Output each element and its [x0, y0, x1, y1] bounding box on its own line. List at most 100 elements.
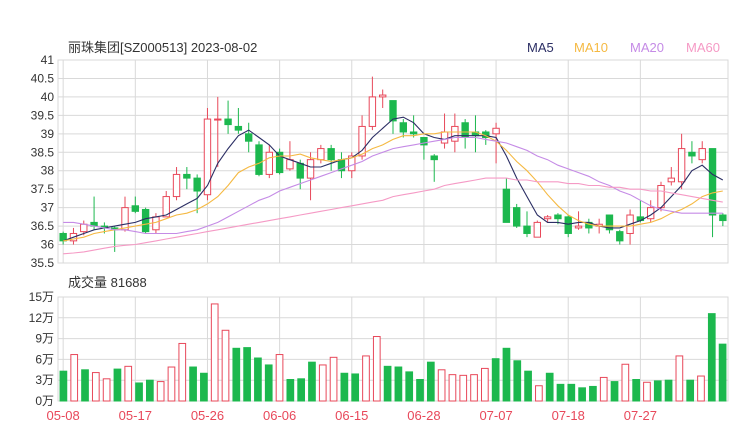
candle-body	[327, 148, 335, 161]
volume-y-tick-label: 12万	[29, 311, 54, 325]
volume-bar	[405, 371, 414, 402]
price-y-tick-label: 36	[41, 238, 55, 252]
candle	[502, 178, 511, 223]
volume-bar	[459, 374, 468, 402]
candle	[131, 196, 140, 214]
candle-body	[306, 159, 315, 179]
volume-bar	[394, 366, 403, 402]
volume-bar	[329, 356, 338, 402]
volume-bar	[610, 381, 619, 402]
x-tick-label: 07-18	[552, 408, 585, 423]
candle-body	[574, 225, 583, 229]
candle-body	[523, 225, 531, 234]
volume-bar	[653, 380, 662, 402]
volume-bar	[308, 361, 316, 402]
x-tick-label: 07-27	[624, 408, 657, 423]
volume-bar	[664, 379, 673, 402]
volume-bar	[221, 329, 230, 402]
candle-body	[255, 144, 263, 175]
candle	[523, 211, 531, 238]
volume-bar	[589, 385, 597, 402]
volume-y-tick-label: 15万	[29, 290, 54, 304]
candle	[626, 209, 634, 245]
candle	[378, 89, 387, 108]
candle-body	[502, 188, 511, 223]
candle-body	[368, 96, 377, 127]
candle	[420, 137, 428, 160]
volume-bar	[102, 378, 111, 402]
volume-bar	[124, 365, 133, 402]
price-y-tick-label: 37.5	[31, 182, 55, 196]
volume-bar	[351, 373, 360, 402]
volume-bar	[437, 369, 446, 402]
candle-body	[317, 148, 325, 161]
x-tick-label: 06-06	[263, 408, 296, 423]
candle	[90, 196, 98, 230]
volume-bar	[70, 354, 79, 402]
volume-bar	[448, 374, 457, 402]
candle	[275, 148, 284, 175]
volume-bar	[372, 336, 381, 402]
volume-bar	[502, 347, 511, 402]
x-tick-label: 05-17	[119, 408, 152, 423]
candle-body	[193, 177, 201, 192]
candle	[265, 144, 274, 179]
volume-bar	[621, 363, 630, 402]
volume-bar	[707, 313, 716, 402]
candle-body	[688, 151, 696, 157]
candle	[399, 119, 408, 138]
candle	[646, 200, 655, 223]
volume-bar	[232, 347, 241, 402]
candle	[337, 152, 346, 179]
x-tick-label: 05-08	[47, 408, 80, 423]
volume-bar	[113, 368, 122, 402]
volume-bar	[286, 379, 295, 402]
candle	[698, 141, 706, 164]
candle-body	[141, 208, 150, 233]
volume-bar	[567, 383, 576, 402]
x-tick-label: 07-07	[479, 408, 512, 423]
ma-line-ma5	[63, 116, 724, 242]
price-y-tick-label: 37	[41, 201, 55, 215]
price-y-tick-label: 36.5	[31, 219, 55, 233]
x-tick-label: 06-15	[335, 408, 368, 423]
volume-bar	[599, 376, 608, 402]
candle-body	[492, 127, 500, 135]
volume-bar	[59, 370, 68, 402]
volume-bar	[545, 372, 554, 402]
candle-body	[708, 148, 717, 216]
stock-chart: 丽珠集团[SZ000513] 2023-08-02 MA5 MA10 MA20 MA6…	[29, 40, 729, 423]
volume-bar	[91, 372, 100, 402]
x-tick-label: 05-26	[191, 408, 224, 423]
candle-body	[224, 118, 232, 126]
volume-bar	[156, 381, 165, 402]
volume-bar	[383, 365, 392, 402]
price-y-tick-label: 35.5	[31, 256, 55, 270]
candle	[471, 115, 480, 153]
legend-item-ma10: MA10	[574, 40, 608, 55]
volume-bar	[362, 355, 370, 402]
price-y-tick-label: 41	[41, 53, 55, 67]
candle-body	[451, 125, 459, 142]
candle	[224, 100, 232, 134]
candle	[214, 96, 222, 168]
price-y-tick-label: 40	[41, 90, 55, 104]
volume-bar	[491, 358, 500, 402]
volume-bar	[470, 374, 478, 402]
candle-body	[80, 223, 88, 233]
candle-body	[296, 162, 304, 179]
volume-y-tick-label: 0万	[35, 394, 54, 408]
candle	[512, 203, 521, 228]
candle	[461, 119, 469, 149]
candle-body	[389, 100, 397, 122]
candle-body	[677, 148, 686, 183]
candle	[688, 141, 696, 164]
candle-body	[430, 155, 438, 161]
price-y-tick-label: 38.5	[31, 145, 55, 159]
candle	[440, 113, 449, 149]
price-y-tick-label: 40.5	[31, 71, 55, 85]
price-y-tick-label: 39	[41, 127, 55, 141]
candle	[533, 220, 542, 238]
volume-bar	[416, 379, 424, 402]
volume-bar	[264, 364, 273, 402]
